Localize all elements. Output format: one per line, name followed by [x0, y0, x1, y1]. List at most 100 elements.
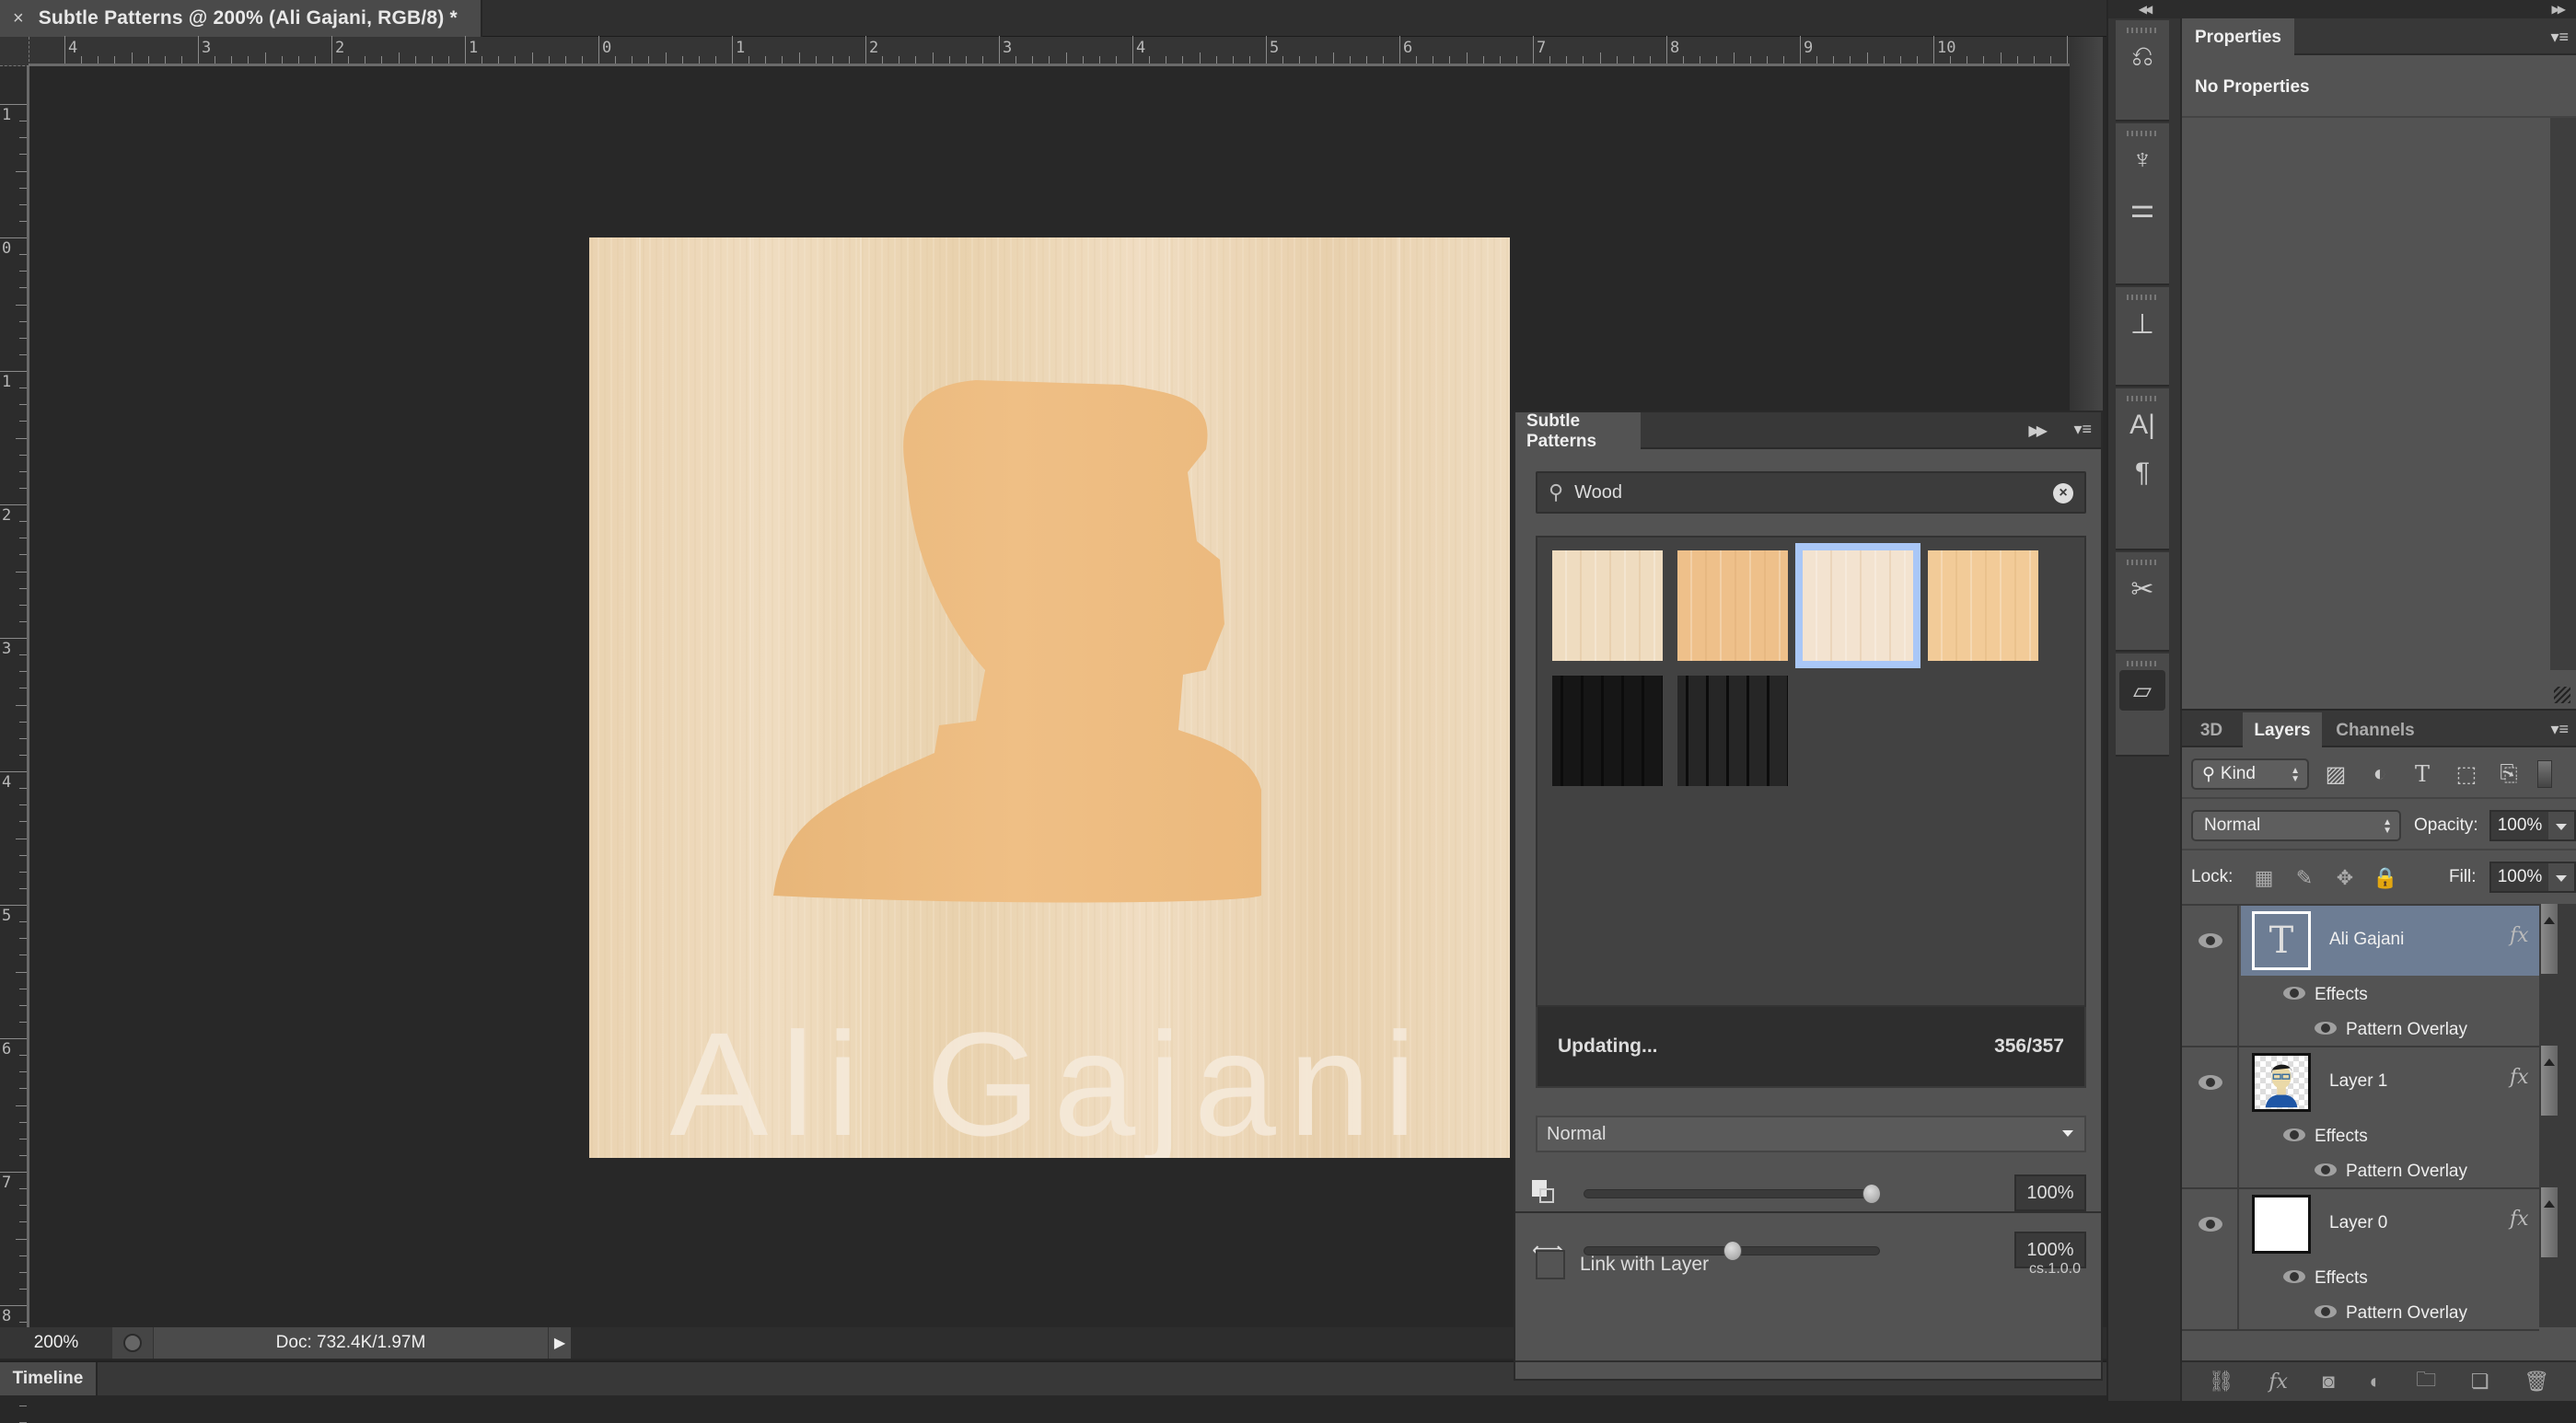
brush-settings-icon[interactable]: ⚌ [2116, 184, 2169, 232]
pattern-swatch[interactable] [1795, 543, 1920, 668]
filter-toggle[interactable] [2537, 760, 2552, 788]
visibility-eye-icon[interactable] [2199, 933, 2222, 948]
lock-image-icon[interactable]: ✎ [2292, 865, 2316, 891]
search-input[interactable] [1574, 481, 2017, 503]
opacity-dropdown-button[interactable] [2548, 810, 2576, 841]
pattern-swatch[interactable] [1677, 550, 1788, 661]
fill-dropdown-button[interactable] [2548, 862, 2576, 893]
lock-all-icon[interactable]: 🔒 [2373, 865, 2397, 891]
pattern-swatch[interactable] [1928, 550, 2038, 661]
collapse-icon[interactable]: ▶▶ [2028, 422, 2048, 440]
new-adjustment-layer-icon[interactable]: ◐ [2369, 1370, 2381, 1394]
panel-menu-icon[interactable]: ▾≡ [2073, 420, 2092, 439]
close-icon[interactable]: × [13, 8, 24, 29]
opacity-value[interactable]: 100% [2014, 1174, 2086, 1211]
lock-position-icon[interactable]: ✥ [2333, 865, 2357, 891]
character-icon[interactable]: A| [2116, 401, 2169, 449]
layer-row[interactable]: T Ali Gajani fx Effects Pattern Overlay [2182, 906, 2539, 1047]
expand-effects-toggle[interactable] [2541, 904, 2558, 974]
tab-channels[interactable]: Channels [2324, 712, 2427, 749]
tab-properties[interactable]: Properties [2182, 18, 2294, 57]
image-filter-icon[interactable]: ▨ [2322, 760, 2350, 788]
layers-scrollbar[interactable] [2539, 904, 2576, 1327]
expand-effects-toggle[interactable] [2541, 1187, 2558, 1257]
shape-filter-icon[interactable]: ⬚ [2453, 760, 2480, 788]
layer-main[interactable]: Layer 1 fx [2241, 1047, 2539, 1117]
tab-subtle-patterns[interactable]: Subtle Patterns [1515, 411, 1641, 451]
layer-fill-input[interactable]: 100% [2489, 862, 2550, 893]
effect-name[interactable]: Pattern Overlay [2346, 1162, 2467, 1182]
effect-eye-icon[interactable] [2315, 1305, 2337, 1318]
fx-icon[interactable]: fx [2510, 924, 2529, 947]
panel-menu-icon[interactable]: ▾≡ [2550, 720, 2569, 739]
brush-presets-icon[interactable]: ♆ [2116, 136, 2169, 184]
effects-eye-icon[interactable] [2283, 987, 2305, 1000]
vertical-ruler[interactable]: 1 0 1 2 3 4 5 6 7 8 [0, 66, 29, 1423]
clone-source-icon[interactable]: ⊥ [2116, 300, 2169, 348]
layer-main[interactable]: Layer 0 fx [2241, 1189, 2539, 1259]
expand-effects-toggle[interactable] [2541, 1046, 2558, 1116]
visibility-eye-icon[interactable] [2199, 1075, 2222, 1090]
opacity-slider[interactable] [1584, 1184, 1881, 1204]
blend-mode-select[interactable]: Normal [1536, 1116, 2086, 1152]
pattern-swatch[interactable] [1552, 676, 1663, 786]
new-group-icon[interactable]: 🗀 [2416, 1364, 2436, 1399]
layer-opacity-input[interactable]: 100% [2489, 810, 2550, 841]
effects-label[interactable]: Effects [2315, 1268, 2368, 1289]
effects-label[interactable]: Effects [2315, 985, 2368, 1005]
link-with-layer-checkbox[interactable] [1536, 1250, 1565, 1279]
effect-name[interactable]: Pattern Overlay [2346, 1303, 2467, 1324]
panel-resize-grip[interactable] [1515, 1360, 2101, 1379]
delete-layer-icon[interactable]: 🗑 [2524, 1370, 2549, 1394]
panel-menu-icon[interactable]: ▾≡ [2550, 28, 2569, 47]
tab-layers[interactable]: Layers [2243, 712, 2322, 749]
document-info[interactable]: Doc: 732.4K/1.97M [153, 1327, 549, 1359]
proof-icon[interactable] [112, 1327, 153, 1359]
properties-scrollbar[interactable] [2550, 118, 2576, 670]
pattern-swatch[interactable] [1677, 676, 1788, 786]
add-mask-icon[interactable]: ◙ [2322, 1370, 2334, 1394]
expand-dock-icon[interactable]: ▶▶ [2180, 0, 2576, 18]
clear-search-icon[interactable]: × [2053, 483, 2073, 503]
tool-presets-icon[interactable]: ✂ [2116, 565, 2169, 613]
layer-row[interactable]: Layer 1 fx Effects Pattern Overlay [2182, 1047, 2539, 1189]
filter-kind-select[interactable]: ⚲ Kind ▲ ▼ [2191, 758, 2309, 790]
layer-name[interactable]: Layer 0 [2329, 1213, 2387, 1233]
type-filter-icon[interactable]: T [2408, 760, 2436, 788]
horizontal-ruler[interactable]: 432101234567891011 [29, 36, 2185, 66]
effects-eye-icon[interactable] [2283, 1128, 2305, 1141]
layer-name[interactable]: Layer 1 [2329, 1071, 2387, 1092]
add-layer-style-icon[interactable]: fx [2269, 1371, 2288, 1394]
tab-timeline[interactable]: Timeline [0, 1362, 98, 1395]
slider-handle[interactable] [1862, 1184, 1881, 1204]
artboard[interactable]: Ali Gajani [589, 237, 1510, 1158]
effect-eye-icon[interactable] [2315, 1163, 2337, 1176]
subtle-patterns-icon[interactable]: ▱ [2119, 670, 2165, 711]
paragraph-icon[interactable]: ¶ [2116, 449, 2169, 497]
fx-icon[interactable]: fx [2510, 1208, 2529, 1231]
zoom-level[interactable]: 200% [0, 1327, 112, 1359]
document-tab[interactable]: × Subtle Patterns @ 200% (Ali Gajani, RG… [0, 0, 482, 37]
new-layer-icon[interactable]: ❏ [2471, 1370, 2489, 1394]
visibility-eye-icon[interactable] [2199, 1217, 2222, 1232]
pattern-swatch[interactable] [1552, 550, 1663, 661]
tab-3d[interactable]: 3D [2182, 712, 2241, 749]
effects-label[interactable]: Effects [2315, 1127, 2368, 1147]
layer-blend-mode-select[interactable]: Normal ▲ ▼ [2191, 810, 2401, 841]
resize-grip[interactable] [2554, 687, 2570, 703]
layer-name[interactable]: Ali Gajani [2329, 930, 2404, 950]
effects-eye-icon[interactable] [2283, 1270, 2305, 1283]
history-icon[interactable]: ⎌ [2116, 33, 2169, 81]
adjustment-filter-icon[interactable]: ◐ [2366, 760, 2394, 788]
collapse-dock-icon[interactable]: ◀◀ [2108, 0, 2180, 18]
lock-transparency-icon[interactable]: ▦ [2252, 865, 2276, 891]
status-menu-arrow-icon[interactable]: ▶ [549, 1327, 571, 1359]
fx-icon[interactable]: fx [2510, 1066, 2529, 1089]
layer-main[interactable]: T Ali Gajani fx [2241, 906, 2539, 976]
layer-row[interactable]: Layer 0 fx Effects Pattern Overlay [2182, 1189, 2539, 1331]
effect-eye-icon[interactable] [2315, 1022, 2337, 1035]
ruler-origin[interactable] [0, 37, 29, 66]
smart-object-filter-icon[interactable]: ⎘ [2495, 760, 2523, 788]
effect-name[interactable]: Pattern Overlay [2346, 1020, 2467, 1040]
link-layers-icon[interactable]: ⛓ [2209, 1370, 2234, 1394]
